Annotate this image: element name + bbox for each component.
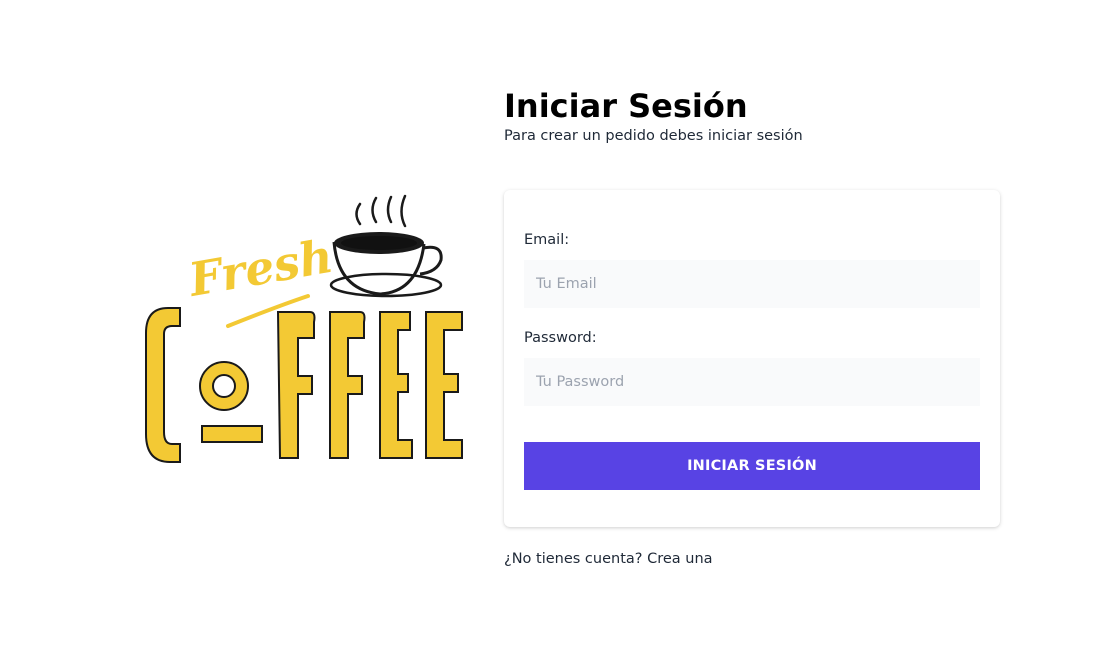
password-label: Password: [524,330,597,346]
email-field[interactable] [524,260,980,308]
logo-script-text: Fresh [183,229,337,308]
password-field[interactable] [524,358,980,406]
login-form: Email: Password: INICIAR SESIÓN [504,190,1000,527]
page-title: Iniciar Sesión [504,87,748,125]
login-button[interactable]: INICIAR SESIÓN [524,442,980,490]
register-prompt: ¿No tienes cuenta? Crea una [504,549,1000,569]
page-subtitle: Para crear un pedido debes iniciar sesió… [504,128,803,144]
fresh-coffee-logo: Fresh [138,188,473,470]
email-label: Email: [524,232,570,248]
login-page: Fresh Iniciar Sesión Para crear un pedid… [0,0,1101,647]
login-section: Iniciar Sesión Para crear un pedido debe… [504,86,1000,569]
field-spacer [524,308,980,328]
register-link[interactable]: ¿No tienes cuenta? Crea una [504,551,713,567]
coffee-logo-image: Fresh [145,194,463,463]
